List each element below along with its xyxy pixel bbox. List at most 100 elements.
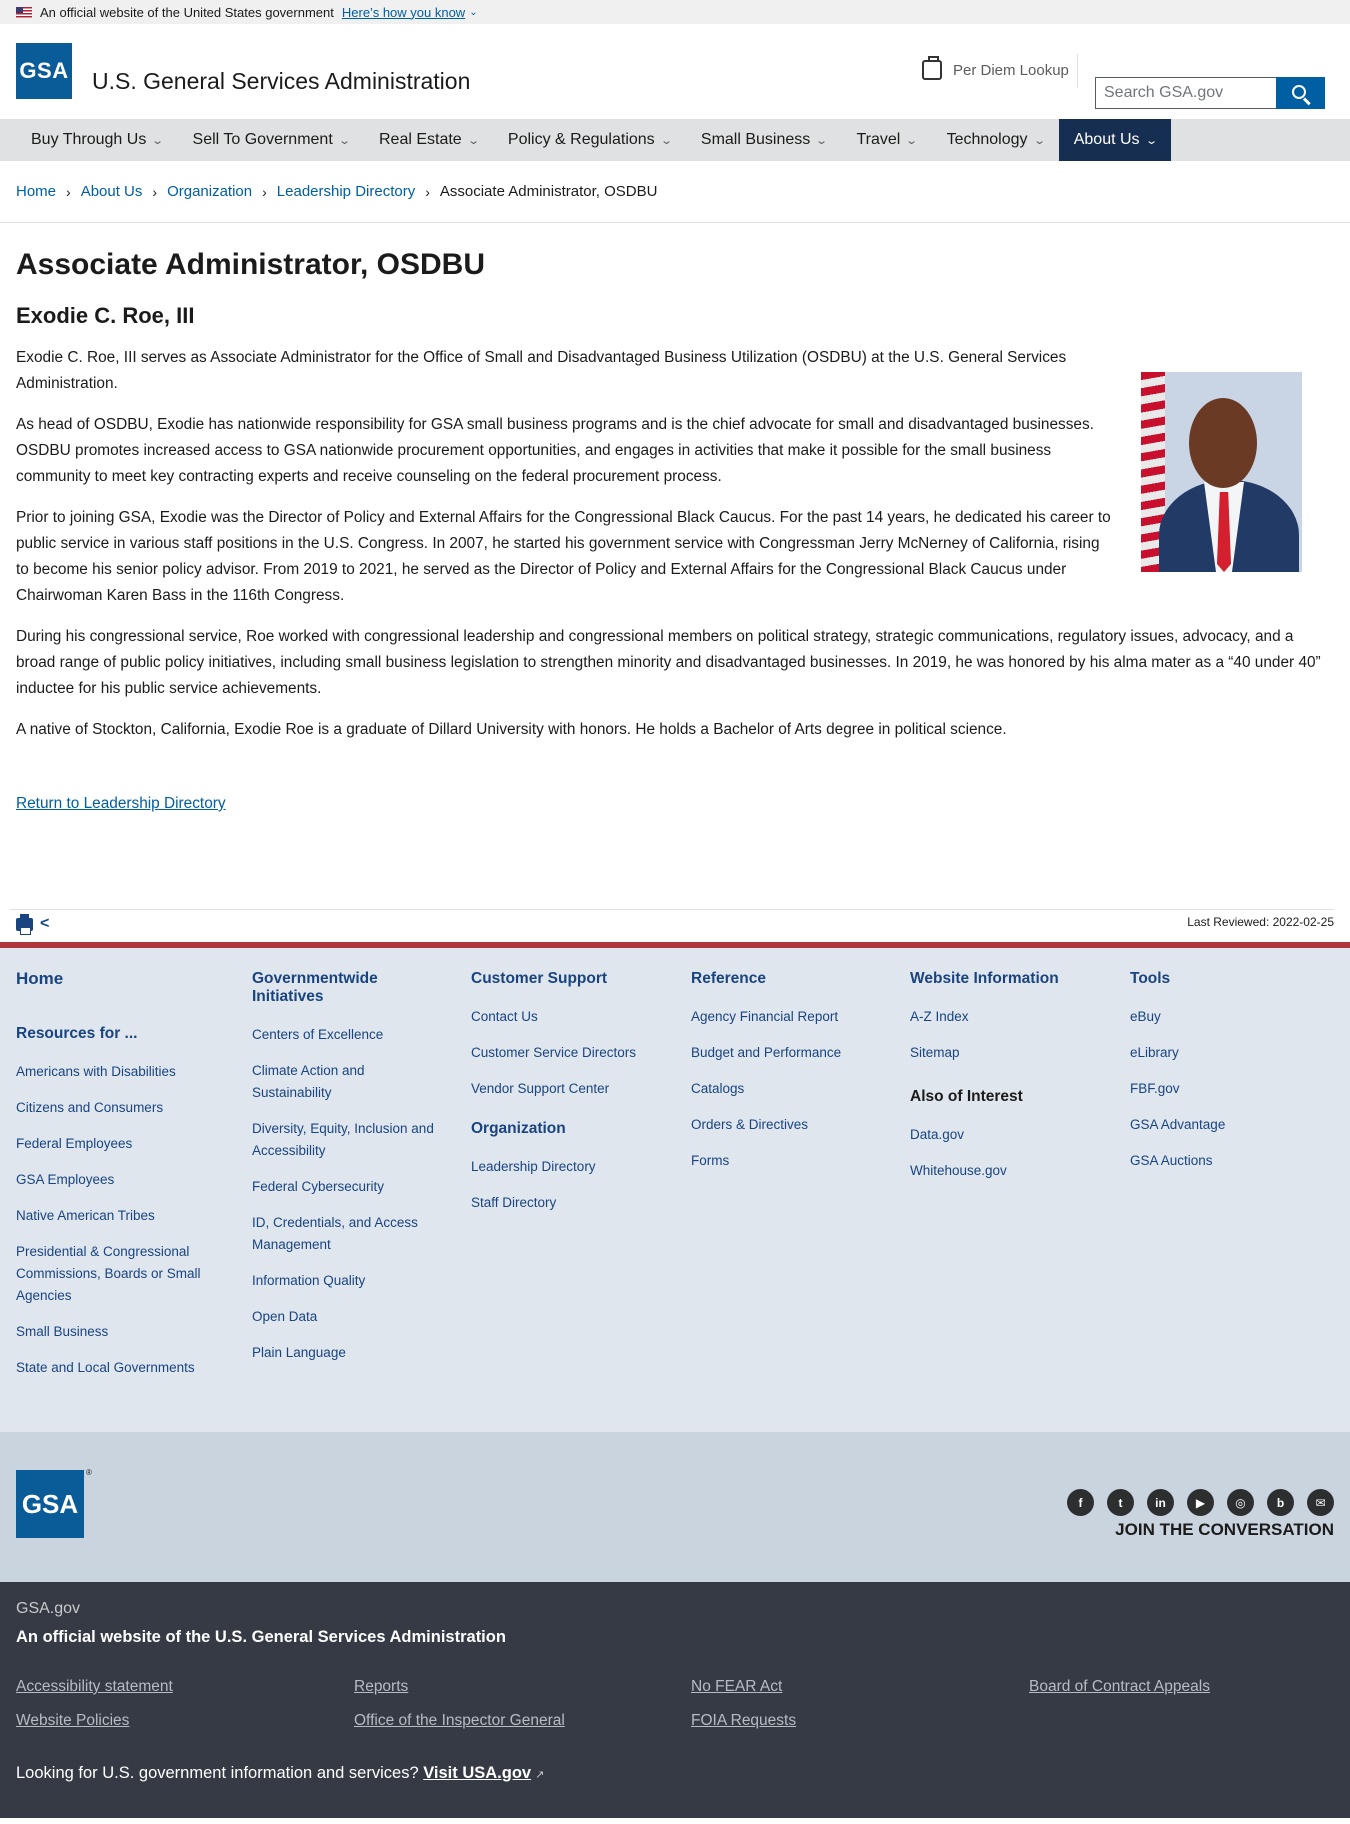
nav-sell-to-government[interactable]: Sell To Government ⌄ (178, 119, 364, 161)
gov-banner-text: An official website of the United States… (40, 4, 334, 20)
accessibility-statement-link[interactable]: Accessibility statement (16, 1678, 173, 1696)
identifier-domain: GSA.gov (16, 1600, 81, 1617)
search-input[interactable] (1095, 77, 1276, 109)
linkedin-icon[interactable]: in (1147, 1489, 1174, 1516)
breadcrumb-about-us[interactable]: About Us (81, 183, 143, 200)
page-tools-bar: < Last Reviewed: 2022-02-25 (10, 909, 1334, 942)
footer-link[interactable]: Open Data (252, 1306, 442, 1328)
website-policies-link[interactable]: Website Policies (16, 1712, 129, 1730)
nav-travel[interactable]: Travel ⌄ (841, 119, 931, 161)
footer-link[interactable]: Diversity, Equity, Inclusion and Accessi… (252, 1118, 442, 1162)
nav-buy-through-us[interactable]: Buy Through Us ⌄ (16, 119, 178, 161)
footer-col-tools: Tools eBuy eLibrary FBF.gov GSA Advantag… (1130, 970, 1330, 1186)
footer-link[interactable]: Presidential & Congressional Commissions… (16, 1241, 216, 1307)
footer-link[interactable]: Small Business (16, 1321, 216, 1343)
return-to-leadership-directory-link[interactable]: Return to Leadership Directory (16, 795, 226, 813)
heres-how-you-know-link[interactable]: Here’s how you know (342, 5, 465, 20)
footer-link[interactable]: Orders & Directives (691, 1114, 891, 1136)
footer-link[interactable]: A-Z Index (910, 1006, 1110, 1028)
footer-link[interactable]: Agency Financial Report (691, 1006, 891, 1028)
share-icon[interactable]: < (40, 915, 49, 933)
footer-link[interactable]: Vendor Support Center (471, 1078, 671, 1100)
last-reviewed: Last Reviewed: 2022-02-25 (1187, 915, 1334, 929)
footer-link[interactable]: Citizens and Consumers (16, 1097, 216, 1119)
search-button[interactable] (1276, 77, 1325, 109)
breadcrumb-leadership-directory[interactable]: Leadership Directory (277, 183, 415, 200)
footer-tools-heading[interactable]: Tools (1130, 970, 1330, 988)
foia-requests-link[interactable]: FOIA Requests (691, 1712, 796, 1730)
nav-small-business[interactable]: Small Business ⌄ (686, 119, 842, 161)
bio-paragraph: During his congressional service, Roe wo… (16, 628, 1321, 697)
usa-gov-prompt: Looking for U.S. government information … (16, 1764, 544, 1783)
footer-link[interactable]: Forms (691, 1150, 891, 1172)
breadcrumb: Home › About Us › Organization › Leaders… (0, 161, 1350, 223)
nav-real-estate[interactable]: Real Estate ⌄ (364, 119, 493, 161)
footer-nav: Home Resources for ... Americans with Di… (0, 942, 1350, 1432)
nav-technology[interactable]: Technology ⌄ (932, 119, 1059, 161)
footer-initiatives-heading[interactable]: Governmentwide Initiatives (252, 970, 442, 1006)
nav-label: Small Business (700, 131, 811, 148)
board-of-contract-appeals-link[interactable]: Board of Contract Appeals (1029, 1678, 1210, 1696)
reports-link[interactable]: Reports (354, 1678, 408, 1696)
footer-link[interactable]: Contact Us (471, 1006, 671, 1028)
footer-link[interactable]: GSA Advantage (1130, 1114, 1330, 1136)
footer-link[interactable]: Centers of Excellence (252, 1024, 442, 1046)
footer-website-heading[interactable]: Website Information (910, 970, 1110, 988)
footer-link[interactable]: Staff Directory (471, 1192, 671, 1214)
footer-link[interactable]: Federal Cybersecurity (252, 1176, 442, 1198)
twitter-icon[interactable]: t (1107, 1489, 1134, 1516)
gov-banner: An official website of the United States… (0, 0, 1350, 24)
breadcrumb-organization[interactable]: Organization (167, 183, 252, 200)
footer-link[interactable]: State and Local Governments (16, 1357, 216, 1379)
footer-link[interactable]: Native American Tribes (16, 1205, 216, 1227)
footer-link[interactable]: GSA Auctions (1130, 1150, 1330, 1172)
nav-about-us[interactable]: About Us ⌄ (1058, 119, 1171, 161)
instagram-icon[interactable]: ◎ (1227, 1489, 1254, 1516)
footer-link[interactable]: Leadership Directory (471, 1156, 671, 1178)
footer-link[interactable]: Catalogs (691, 1078, 891, 1100)
footer-link[interactable]: Budget and Performance (691, 1042, 891, 1064)
bio-paragraph: As head of OSDBU, Exodie has nationwide … (16, 416, 1094, 485)
usa-gov-text: Looking for U.S. government information … (16, 1764, 419, 1782)
footer-link[interactable]: Plain Language (252, 1342, 442, 1364)
chevron-right-icon: › (152, 183, 158, 200)
chevron-down-icon: ⌄ (1032, 134, 1046, 147)
footer-link[interactable]: Sitemap (910, 1042, 1110, 1064)
no-fear-act-link[interactable]: No FEAR Act (691, 1678, 782, 1696)
footer-link[interactable]: Data.gov (910, 1124, 1110, 1146)
footer-home-link[interactable]: Home (16, 970, 216, 988)
gsa-logo[interactable]: GSA (16, 43, 72, 99)
inspector-general-link[interactable]: Office of the Inspector General (354, 1712, 565, 1730)
breadcrumb-home[interactable]: Home (16, 183, 56, 200)
site-title[interactable]: U.S. General Services Administration (92, 68, 470, 95)
footer-link[interactable]: eLibrary (1130, 1042, 1330, 1064)
page-title: Associate Administrator, OSDBU (16, 248, 485, 281)
visit-usa-gov-link[interactable]: Visit USA.gov (423, 1764, 531, 1782)
footer-link[interactable]: FBF.gov (1130, 1078, 1330, 1100)
print-icon[interactable] (16, 914, 33, 935)
footer-organization-heading[interactable]: Organization (471, 1120, 671, 1138)
footer-link[interactable]: ID, Credentials, and Access Management (252, 1212, 442, 1256)
footer-link[interactable]: GSA Employees (16, 1169, 216, 1191)
footer-resources-heading: Resources for ... (16, 1025, 138, 1042)
footer-gsa-logo[interactable]: GSA (16, 1470, 84, 1538)
footer-support-heading[interactable]: Customer Support (471, 970, 671, 988)
footer-link[interactable]: Climate Action and Sustainability (252, 1060, 442, 1104)
chevron-down-icon: ⌄ (815, 134, 829, 147)
footer-link[interactable]: Federal Employees (16, 1133, 216, 1155)
footer-reference-heading[interactable]: Reference (691, 970, 891, 988)
main-nav: Buy Through Us ⌄ Sell To Government ⌄ Real… (0, 119, 1350, 161)
blog-icon[interactable]: b (1267, 1489, 1294, 1516)
footer-link[interactable]: eBuy (1130, 1006, 1330, 1028)
nav-policy-regulations[interactable]: Policy & Regulations ⌄ (493, 119, 686, 161)
footer-col-support: Customer Support Contact Us Customer Ser… (471, 970, 671, 1228)
facebook-icon[interactable]: f (1067, 1489, 1094, 1516)
footer-link[interactable]: Americans with Disabilities (16, 1061, 216, 1083)
email-icon[interactable]: ✉ (1307, 1489, 1334, 1516)
youtube-icon[interactable]: ▶ (1187, 1489, 1214, 1516)
footer-link[interactable]: Customer Service Directors (471, 1042, 671, 1064)
nav-label: Real Estate (378, 131, 462, 148)
footer-link[interactable]: Whitehouse.gov (910, 1160, 1110, 1182)
per-diem-lookup-link[interactable]: Per Diem Lookup (922, 56, 1069, 80)
footer-link[interactable]: Information Quality (252, 1270, 442, 1292)
